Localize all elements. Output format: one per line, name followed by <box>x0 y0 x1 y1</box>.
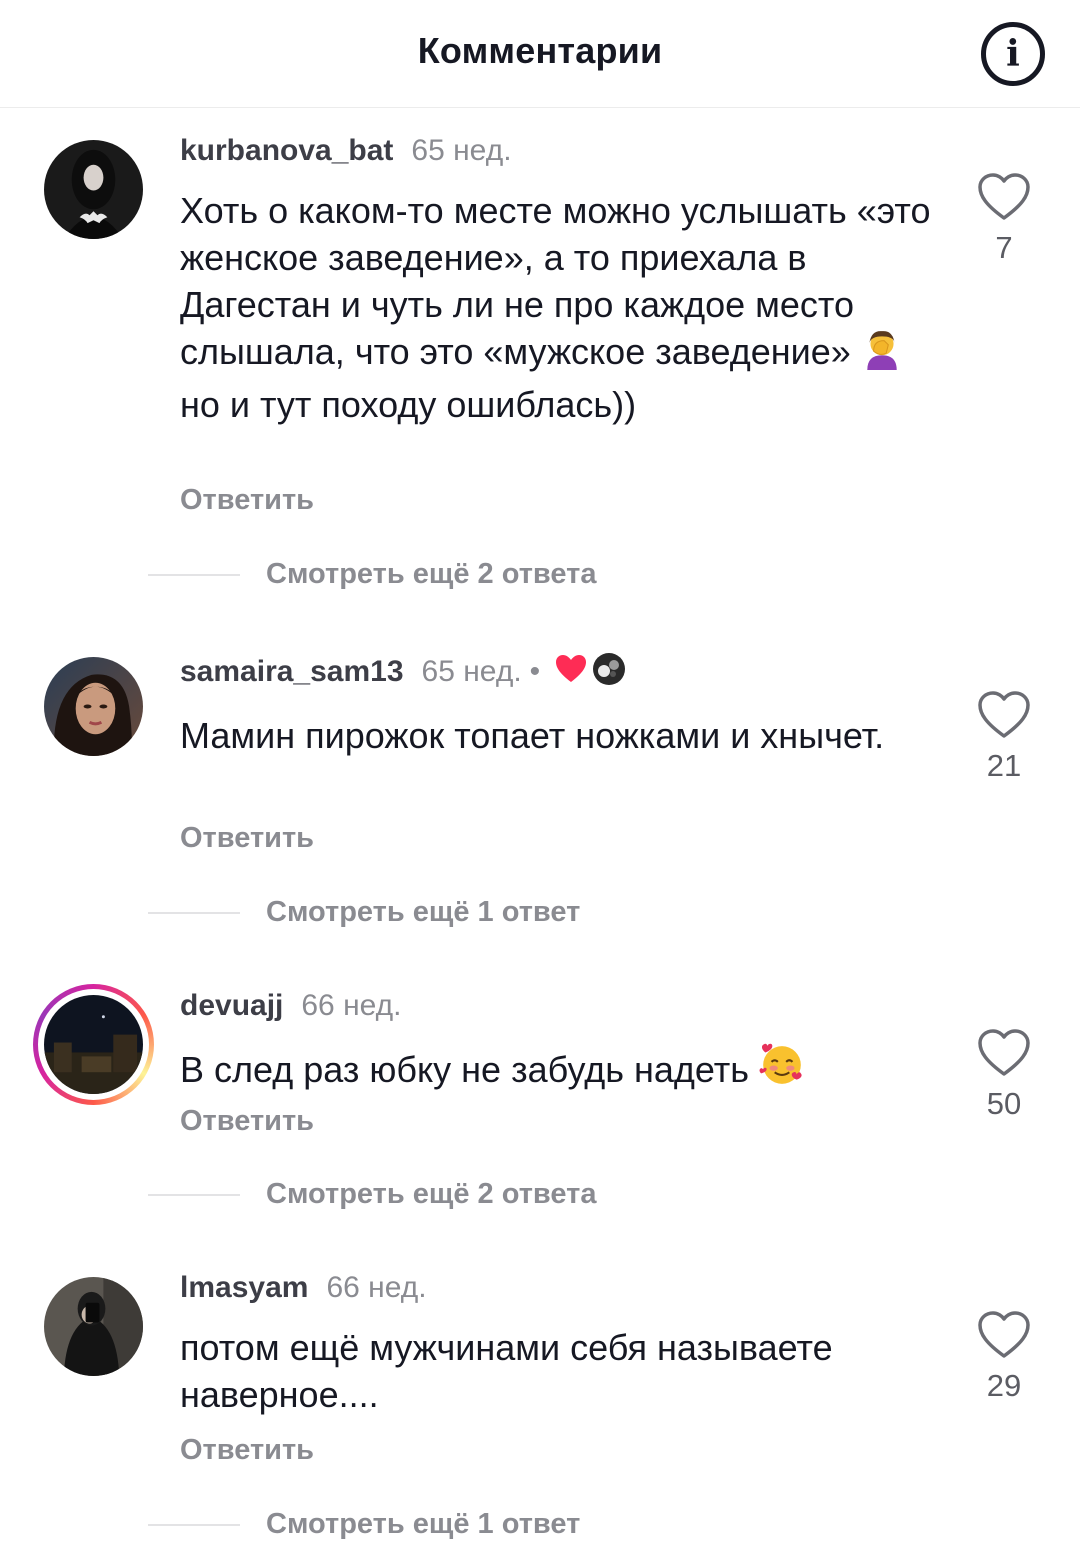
view-more-replies[interactable]: Смотреть ещё 2 ответа <box>148 558 596 591</box>
timestamp: 66 нед. <box>301 989 402 1022</box>
comment-meta: lmasyam 66 нед. <box>180 1271 427 1305</box>
reply-button[interactable]: Ответить <box>180 1105 314 1138</box>
avatar[interactable] <box>44 1277 143 1376</box>
comments-header: Комментарии i <box>0 0 1080 108</box>
comment-meta: devuajj 66 нед. <box>180 989 402 1023</box>
comment-text: Мамин пирожок топает ножками и хнычет. <box>180 715 885 756</box>
heart-outline-icon <box>978 1311 1030 1358</box>
username[interactable]: samaira_sam13 <box>180 655 404 688</box>
like-count: 7 <box>995 230 1013 265</box>
timestamp: 65 нед. <box>421 654 522 688</box>
divider <box>148 573 240 576</box>
like-button[interactable]: 7 <box>975 172 1033 266</box>
view-more-replies-label: Смотреть ещё 1 ответ <box>266 896 581 928</box>
reply-button[interactable]: Ответить <box>180 1434 314 1467</box>
timestamp: 66 нед. <box>326 1271 427 1304</box>
heart-reaction-icon <box>554 654 588 692</box>
reply-button[interactable]: Ответить <box>180 822 314 855</box>
like-count: 21 <box>986 748 1022 783</box>
username[interactable]: devuajj <box>180 989 283 1022</box>
comment-meta: kurbanova_bat 65 нед. <box>180 134 512 168</box>
facepalm-woman-emoji <box>861 328 903 381</box>
comment-meta: samaira_sam13 65 нед. • <box>180 652 626 694</box>
like-button[interactable]: 50 <box>975 1028 1033 1122</box>
avatar[interactable] <box>44 140 143 239</box>
comment-text: Хоть о каком-то месте можно услышать «эт… <box>180 187 940 428</box>
like-button[interactable]: 29 <box>975 1310 1033 1404</box>
comment-text-part: но и тут походу ошиблась)) <box>180 384 637 425</box>
like-button[interactable]: 21 <box>975 690 1033 784</box>
info-icon[interactable]: i <box>981 22 1045 86</box>
reply-button[interactable]: Ответить <box>180 484 314 517</box>
view-more-replies[interactable]: Смотреть ещё 2 ответа <box>148 1178 596 1211</box>
view-more-replies-label: Смотреть ещё 1 ответ <box>266 1508 581 1540</box>
timestamp: 65 нед. <box>411 134 512 167</box>
avatar <box>44 995 143 1094</box>
creator-avatar-icon <box>592 652 626 694</box>
view-more-replies-label: Смотреть ещё 2 ответа <box>266 1178 597 1210</box>
comment-text-part: Хоть о каком-то месте можно услышать «эт… <box>180 190 931 372</box>
comment-text: потом ещё мужчинами себя называете навер… <box>180 1327 833 1415</box>
comment-text-part: В след раз юбку не забудь надеть <box>180 1049 749 1090</box>
divider <box>148 1193 240 1196</box>
view-more-replies[interactable]: Смотреть ещё 1 ответ <box>148 896 580 929</box>
divider <box>148 1523 240 1526</box>
page-title: Комментарии <box>417 30 663 71</box>
view-more-replies-label: Смотреть ещё 2 ответа <box>266 558 597 590</box>
username[interactable]: lmasyam <box>180 1271 308 1304</box>
view-more-replies[interactable]: Смотреть ещё 1 ответ <box>148 1508 580 1541</box>
like-count: 50 <box>986 1086 1022 1121</box>
smiling-face-with-hearts-emoji <box>759 1042 805 1099</box>
heart-outline-icon <box>978 173 1030 220</box>
like-count: 29 <box>986 1368 1022 1403</box>
heart-outline-icon <box>978 1029 1030 1076</box>
avatar[interactable] <box>44 657 143 756</box>
separator-dot: • <box>529 654 541 688</box>
heart-outline-icon <box>978 691 1030 738</box>
story-ring[interactable] <box>33 984 154 1105</box>
divider <box>148 911 240 914</box>
comment-text: В след раз юбку не забудь надеть <box>180 1042 940 1099</box>
comments-sheet: Комментарии i kurbanova_bat 65 нед. Хоть … <box>0 0 1080 1548</box>
username[interactable]: kurbanova_bat <box>180 134 393 167</box>
